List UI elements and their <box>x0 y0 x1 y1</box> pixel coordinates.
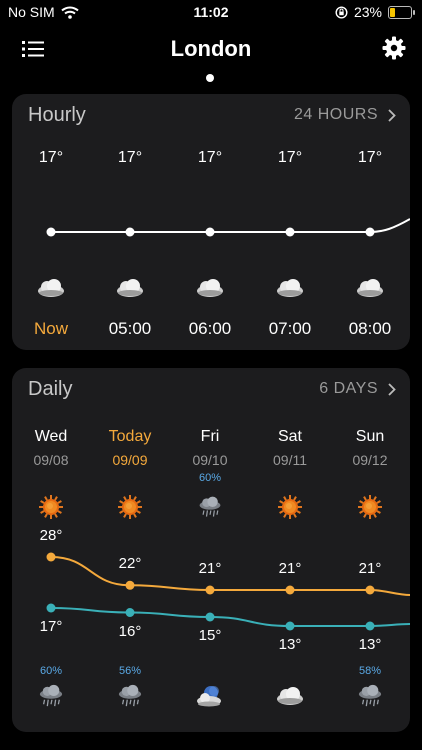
sun-icon <box>358 495 382 519</box>
hourly-temp: 17° <box>277 149 303 166</box>
daily-min-temp: 15° <box>198 627 222 644</box>
daily-max-temp: 21° <box>358 560 382 577</box>
hourly-temp-point <box>205 227 215 237</box>
page-indicator <box>206 74 214 82</box>
daily-max-temp: 28° <box>39 527 63 544</box>
cloud-icon <box>38 279 64 297</box>
sun-icon <box>39 495 63 519</box>
daily-card: Daily 6 DAYS Wed 09/08 28° 17° 60% Today 09/09… <box>12 368 410 732</box>
daily-date: 09/12 <box>352 452 388 468</box>
hourly-card: Hourly 24 HOURS 17° Now 17° 05:00 17° 06:00 17… <box>12 94 410 350</box>
hourly-time: 07:00 <box>268 319 312 338</box>
hourly-time: Now <box>33 319 68 338</box>
daily-max-point <box>205 585 215 595</box>
cloud-icon <box>277 279 303 297</box>
daily-min-temp: 17° <box>39 618 63 635</box>
daily-min-temp: 13° <box>278 636 302 653</box>
rain-cloud-icon <box>199 496 221 517</box>
daily-max-temp: 22° <box>118 555 142 573</box>
daily-date: 09/11 <box>273 452 307 468</box>
daily-day: Sun <box>355 428 385 445</box>
daily-day: Sat <box>277 428 302 445</box>
daily-precip-bottom: 56% <box>118 665 142 677</box>
rain-cloud-icon <box>358 684 382 707</box>
rain-cloud-icon <box>118 684 142 707</box>
hourly-temp-point <box>46 227 56 237</box>
daily-min-temp: 16° <box>118 622 142 640</box>
hourly-time: 06:00 <box>188 319 232 338</box>
hourly-temp: 17° <box>38 149 64 166</box>
moon-cloud-icon <box>197 686 221 707</box>
daily-date: 09/10 <box>192 452 228 468</box>
rain-cloud-icon <box>39 684 63 707</box>
city-title: London <box>170 36 252 61</box>
daily-temp-lines <box>46 552 410 631</box>
orientation-lock-icon <box>335 5 348 19</box>
daily-min-point <box>205 612 215 622</box>
cloud-icon <box>117 279 143 297</box>
sun-icon <box>118 495 142 519</box>
status-bar: No SIM 11:02 23% <box>0 0 422 24</box>
daily-min-point <box>125 608 135 617</box>
daily-precip-top: 60% <box>198 472 222 484</box>
cloud-icon <box>277 687 303 705</box>
hourly-temp: 17° <box>117 149 143 166</box>
daily-min-point <box>365 621 375 631</box>
hourly-time: 05:00 <box>108 319 152 338</box>
battery-percent: 23% <box>353 4 382 20</box>
gear-icon[interactable] <box>382 36 406 60</box>
daily-max-temp: 21° <box>278 560 302 577</box>
hourly-temp: 17° <box>197 149 223 166</box>
navigation-bar: London <box>0 30 422 70</box>
hourly-temp: 17° <box>357 149 383 166</box>
hourly-temp-point <box>125 227 135 237</box>
daily-day: Wed <box>34 428 68 445</box>
daily-precip-bottom: 60% <box>39 665 63 677</box>
daily-precip-bottom: 58% <box>358 665 382 677</box>
daily-max-point <box>125 580 135 590</box>
daily-day: Fri <box>200 428 220 445</box>
daily-min-point <box>285 621 295 631</box>
battery-icon <box>388 5 415 19</box>
daily-max-temp: 21° <box>198 560 222 577</box>
battery-fill <box>390 7 395 17</box>
daily-max-point <box>285 585 295 595</box>
hourly-temp-point <box>285 227 295 237</box>
daily-day: Today <box>108 428 152 445</box>
cloud-icon <box>357 279 383 297</box>
sun-icon <box>278 495 302 519</box>
daily-min-temp: 13° <box>358 636 382 653</box>
hourly-temp-point <box>365 227 375 237</box>
daily-max-point <box>365 585 375 595</box>
hourly-time: 08:00 <box>348 319 392 338</box>
hourly-temp-line <box>46 218 410 237</box>
cloud-icon <box>197 279 223 297</box>
daily-date: 09/09 <box>112 452 148 468</box>
daily-max-point <box>46 552 56 562</box>
daily-min-point <box>46 603 56 613</box>
daily-date: 09/08 <box>33 452 69 468</box>
